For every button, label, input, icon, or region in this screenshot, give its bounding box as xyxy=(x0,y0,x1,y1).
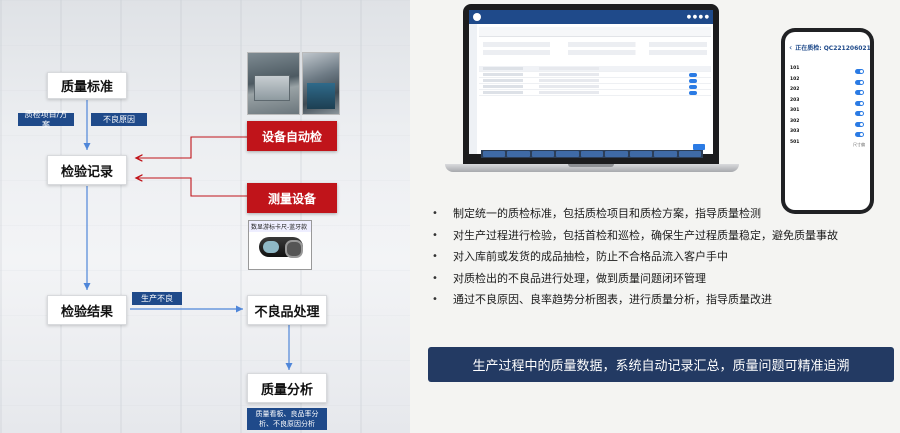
phone-screen: ‹ 正在质检: QC2212060216 101 102 202 203 301 302 3… xyxy=(785,32,870,210)
feature-item: • 制定统一的质检标准，包括质检项目和质检方案，指导质量检测 xyxy=(432,207,872,229)
app-logo-icon xyxy=(473,13,481,21)
quality-analysis-node: 质量分析 xyxy=(247,373,327,403)
app-sidebar xyxy=(469,24,477,154)
phone-list-item: 102 xyxy=(785,77,870,88)
phone-list-item: 203 xyxy=(785,98,870,109)
tag-items-plans: 质检项目/方案 xyxy=(18,110,74,129)
inspection-result-node: 检验结果 xyxy=(47,295,127,325)
phone-item-code: 203 xyxy=(790,97,800,103)
laptop-screen: ● ● ● ● xyxy=(463,4,719,164)
phone-subtitle xyxy=(785,54,870,66)
phone-item-toggle[interactable] xyxy=(855,69,864,74)
laptop-notch xyxy=(568,164,614,167)
phone-list-item: 301 xyxy=(785,108,870,119)
phone-status-bar xyxy=(785,32,870,40)
tag-analysis-detail: 质量看板、良品率分析、不良原因分析 xyxy=(247,408,327,430)
auto-inspection-node: 设备自动检 xyxy=(247,121,337,151)
phone-item-code: 303 xyxy=(790,129,800,134)
app-table xyxy=(479,66,711,96)
phone-item-code: 301 xyxy=(790,108,800,113)
phone-item-code: 102 xyxy=(790,76,800,82)
feature-item: • 对生产过程进行检验，包括首检和巡检，确保生产过程质量稳定，避免质量事故 xyxy=(432,229,872,251)
bullet-dot-icon: • xyxy=(432,208,438,219)
phone-item-list: 101 102 202 203 301 302 303 501 尺寸偏 xyxy=(785,66,870,150)
phone-item-toggle[interactable] xyxy=(855,79,864,85)
phone-list-item: 303 xyxy=(785,129,870,140)
phone-title: 正在质检: QC2212060216 xyxy=(795,44,870,52)
workshop-photo-2 xyxy=(302,52,340,115)
phone-item-code: 302 xyxy=(790,118,800,124)
caliper-device-card: 数显游标卡尺-蓝牙款 xyxy=(248,220,312,270)
feature-item: • 对质检出的不良品进行处理，做到质量问题闭环管理 xyxy=(432,272,872,294)
tag-production-defect: 生产不良 xyxy=(132,292,182,305)
feature-item: • 对入库前或发货的成品抽检，防止不合格品流入客户手中 xyxy=(432,250,872,272)
defect-handling-node: 不良品处理 xyxy=(247,295,327,325)
app-header: ● ● ● ● xyxy=(469,10,713,24)
tag-defect-reasons: 不良原因 xyxy=(91,113,147,126)
feature-list: • 制定统一的质检标准，包括质检项目和质检方案，指导质量检测 • 对生产过程进行检验… xyxy=(432,207,872,315)
app-toolbar xyxy=(479,27,711,37)
feature-text: 通过不良原因、良率趋势分析图表，进行质量分析，指导质量改进 xyxy=(453,293,772,306)
app-header-icons: ● ● ● ● xyxy=(686,14,709,20)
laptop-app-screenshot: ● ● ● ● xyxy=(469,10,713,154)
laptop-taskbar xyxy=(481,150,703,158)
summary-banner: 生产过程中的质量数据，系统自动记录汇总，质量问题可精准追溯 xyxy=(428,347,894,382)
phone-list-item: 202 xyxy=(785,87,870,98)
inspection-record-node: 检验记录 xyxy=(47,155,127,185)
phone-mockup: ‹ 正在质检: QC2212060216 101 102 202 203 301 302 3… xyxy=(781,28,874,214)
quality-standard-node: 质量标准 xyxy=(47,72,127,99)
phone-item-toggle[interactable] xyxy=(855,121,864,127)
back-arrow-icon: ‹ xyxy=(789,42,793,52)
flow-arrows xyxy=(83,100,293,370)
bullet-dot-icon: • xyxy=(432,272,438,284)
device-card-title: 数显游标卡尺-蓝牙款 xyxy=(249,221,311,232)
phone-list-item: 501 尺寸偏 xyxy=(785,140,870,151)
bullet-dot-icon: • xyxy=(432,229,438,241)
phone-item-toggle[interactable] xyxy=(855,111,864,116)
phone-list-item: 101 xyxy=(785,66,870,77)
feature-text: 对质检出的不良品进行处理，做到质量问题闭环管理 xyxy=(453,271,706,285)
flow-panel: 质量标准 质检项目/方案 不良原因 检验记录 设备自动检 测量设备 数显游标卡尺… xyxy=(0,0,410,433)
phone-list-item: 302 xyxy=(785,119,870,130)
workshop-photo xyxy=(247,52,300,115)
app-form xyxy=(479,39,711,61)
feature-text: 对入库前或发货的成品抽检，防止不合格品流入客户手中 xyxy=(453,250,728,263)
phone-item-toggle[interactable] xyxy=(855,90,864,95)
phone-item-toggle[interactable] xyxy=(855,132,864,137)
phone-item-value: 尺寸偏 xyxy=(853,141,865,147)
phone-item-toggle[interactable] xyxy=(855,100,864,106)
feature-item: • 通过不良原因、良率趋势分析图表，进行质量分析，指导质量改进 xyxy=(432,293,872,315)
bullet-dot-icon: • xyxy=(432,251,438,262)
bullet-dot-icon: • xyxy=(432,294,438,305)
phone-item-code: 202 xyxy=(790,87,800,92)
feature-text: 制定统一的质检标准，包括质检项目和质检方案，指导质量检测 xyxy=(453,207,761,220)
phone-header: ‹ 正在质检: QC2212060216 xyxy=(785,40,870,54)
phone-item-code: 101 xyxy=(790,66,800,71)
feature-text: 对生产过程进行检验，包括首检和巡检，确保生产过程质量稳定，避免质量事故 xyxy=(453,228,838,242)
caliper-icon xyxy=(259,237,303,258)
measuring-device-node: 测量设备 xyxy=(247,183,337,213)
